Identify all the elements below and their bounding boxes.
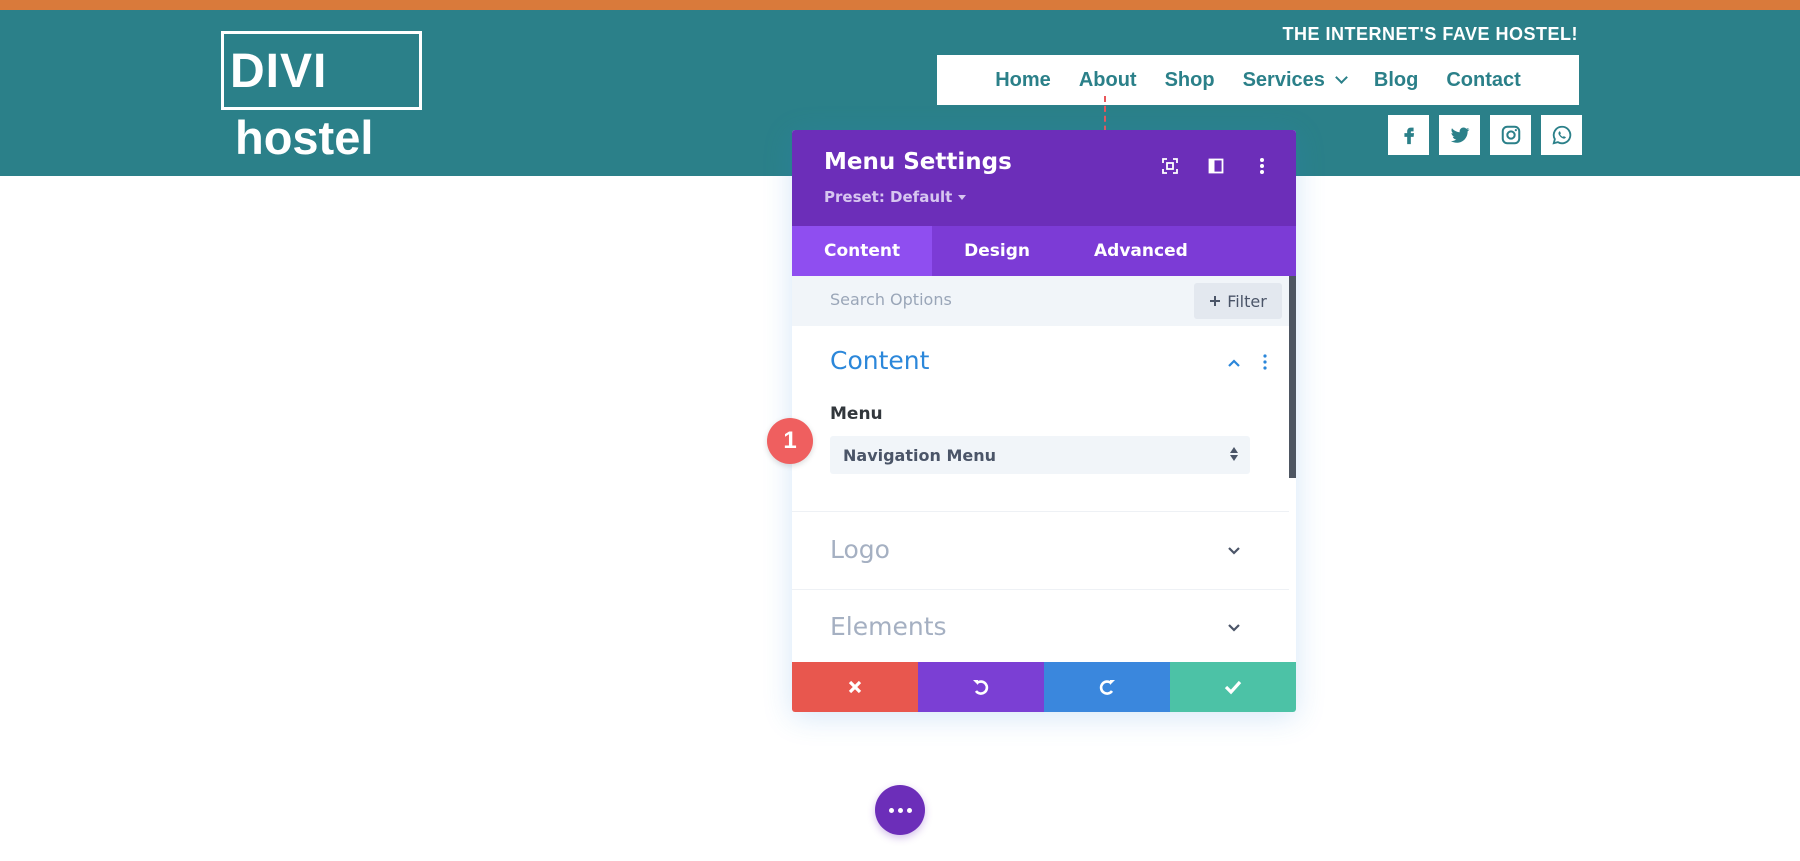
chevron-down-icon[interactable] (1227, 621, 1241, 635)
close-icon (848, 680, 862, 694)
tagline: THE INTERNET'S FAVE HOSTEL! (1282, 24, 1578, 44)
whatsapp-button[interactable] (1541, 115, 1582, 155)
menu-settings-modal: Menu Settings Preset: Default Content De… (792, 130, 1296, 712)
twitter-icon (1450, 127, 1469, 143)
undo-icon (973, 680, 989, 695)
nav-home[interactable]: Home (995, 69, 1051, 92)
social-links (1388, 115, 1582, 155)
modal-tabs: Content Design Advanced (792, 226, 1296, 276)
nav-label: Services (1242, 68, 1325, 91)
top-accent-bar (0, 0, 1800, 10)
save-button[interactable] (1170, 662, 1296, 712)
undo-button[interactable] (918, 662, 1044, 712)
nav-label: Blog (1373, 68, 1419, 91)
nav-shop[interactable]: Shop (1165, 69, 1215, 92)
modal-header-actions (1158, 154, 1274, 178)
modal-title: Menu Settings (824, 149, 1012, 175)
tab-design[interactable]: Design (932, 226, 1062, 276)
facebook-button[interactable] (1388, 115, 1429, 155)
preset-label: Preset: Default (824, 188, 953, 206)
logo-divi-text[interactable]: DIVI (230, 44, 327, 100)
modal-scrollbar[interactable] (1289, 276, 1296, 478)
more-options-icon (1260, 158, 1264, 174)
page-options-button[interactable] (875, 785, 925, 835)
twitter-button[interactable] (1439, 115, 1480, 155)
tab-content[interactable]: Content (792, 226, 933, 276)
caret-down-icon (958, 195, 967, 200)
chevron-down-icon[interactable] (1227, 544, 1241, 558)
section-elements-title[interactable]: Elements (830, 612, 947, 641)
cancel-button[interactable] (792, 662, 918, 712)
menu-field-label: Menu (830, 404, 883, 424)
more-dots-icon (906, 807, 912, 813)
redo-button[interactable] (1044, 662, 1170, 712)
search-options-input[interactable] (830, 290, 1130, 309)
checkmark-icon (1224, 680, 1242, 695)
more-options-button[interactable] (1250, 154, 1274, 178)
more-dots-icon (897, 807, 903, 813)
section-logo: Logo (792, 512, 1289, 590)
nav-about[interactable]: About (1079, 69, 1137, 92)
nav-services[interactable]: Services (1242, 68, 1348, 92)
facebook-icon (1403, 127, 1414, 145)
instagram-button[interactable] (1490, 115, 1531, 155)
section-elements: Elements (792, 590, 1289, 662)
search-row: Filter (792, 276, 1296, 326)
nav-blog[interactable]: Blog (1374, 69, 1418, 92)
nav-contact[interactable]: Contact (1446, 69, 1520, 92)
section-options-icon[interactable] (1263, 354, 1267, 370)
split-view-icon (1208, 158, 1224, 174)
section-content-title[interactable]: Content (830, 346, 929, 375)
whatsapp-icon (1551, 125, 1571, 145)
main-nav: Home About Shop Services Blog Contact (937, 55, 1579, 105)
nav-label: About (1078, 68, 1137, 91)
filter-button[interactable]: Filter (1194, 283, 1282, 319)
preset-selector[interactable]: Preset: Default (824, 188, 967, 206)
plus-icon (1210, 296, 1221, 306)
more-dots-icon (888, 807, 894, 813)
nav-label: Home (995, 68, 1051, 91)
redo-icon (1099, 680, 1115, 695)
select-arrows-icon (1230, 447, 1238, 461)
menu-select-value: Navigation Menu (843, 445, 996, 465)
filter-label: Filter (1227, 291, 1267, 311)
nav-label: Contact (1446, 68, 1521, 91)
section-logo-title[interactable]: Logo (830, 535, 890, 564)
menu-select[interactable]: Navigation Menu (830, 436, 1250, 474)
tab-advanced[interactable]: Advanced (1062, 226, 1220, 276)
fullscreen-button[interactable] (1158, 154, 1182, 178)
instagram-icon (1501, 125, 1520, 145)
fullscreen-icon (1162, 158, 1178, 174)
logo-hostel-text[interactable]: hostel (235, 110, 373, 166)
chevron-up-icon[interactable] (1227, 356, 1241, 370)
split-view-button[interactable] (1204, 154, 1228, 178)
nav-label: Shop (1164, 68, 1215, 91)
chevron-down-icon (1335, 71, 1348, 84)
step-badge: 1 (767, 418, 813, 464)
modal-footer (792, 662, 1296, 712)
modal-header[interactable]: Menu Settings Preset: Default (792, 130, 1296, 226)
